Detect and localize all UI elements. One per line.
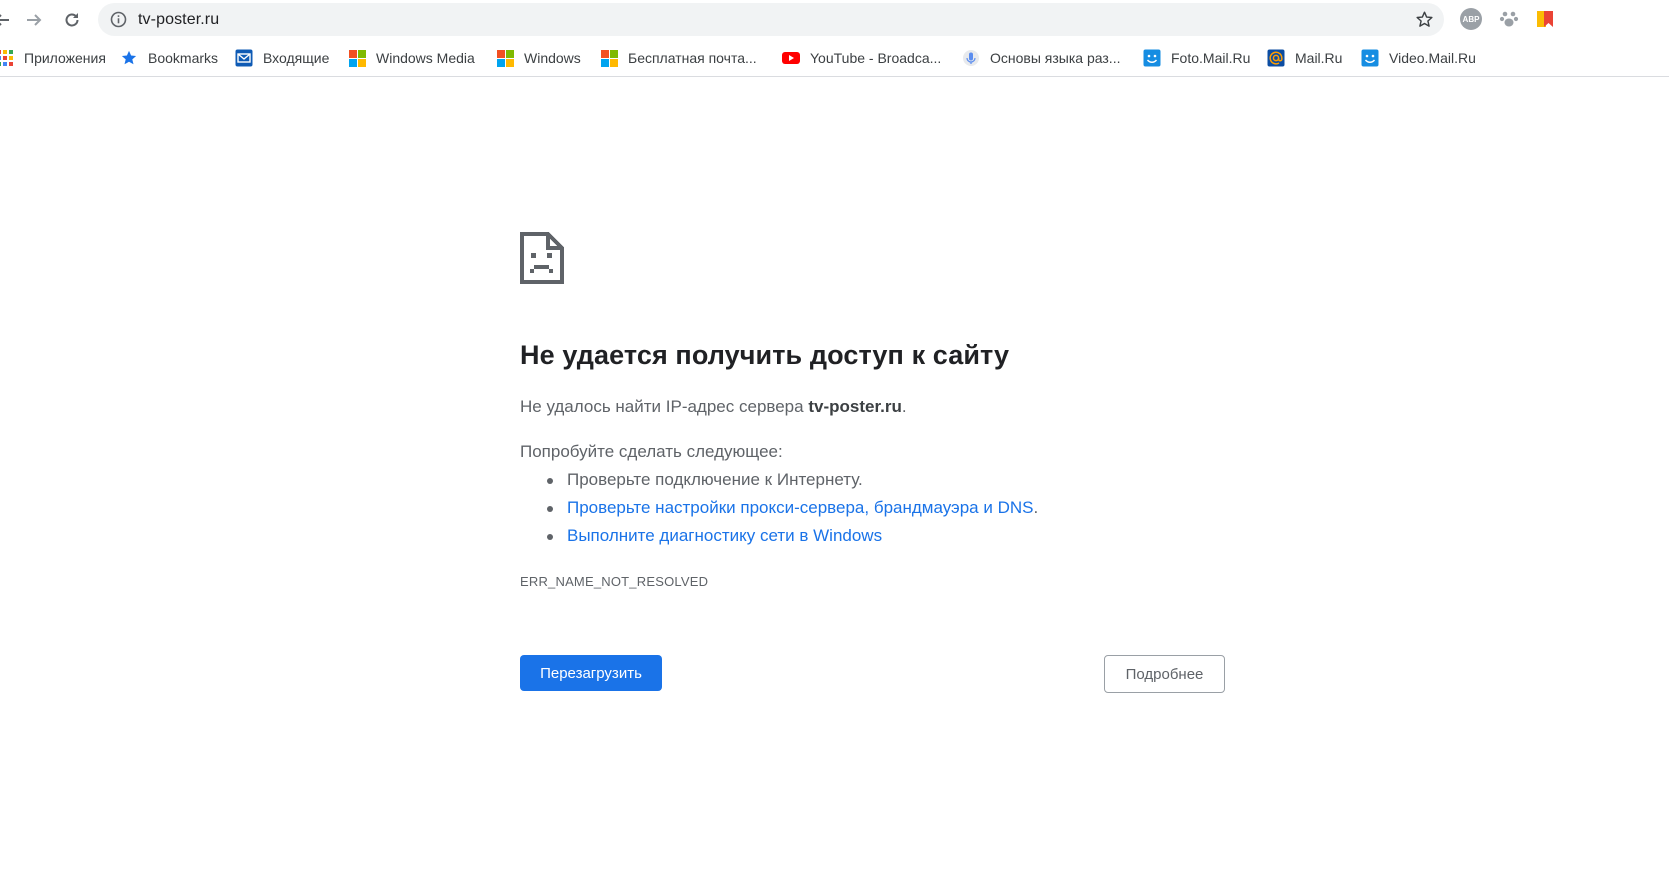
- bookmark-windows-media[interactable]: Windows Media: [348, 48, 475, 68]
- bookmark-label: Основы языка раз...: [990, 50, 1121, 66]
- error-description-suffix: .: [901, 397, 907, 416]
- suggestion-suffix: .: [1033, 498, 1039, 517]
- apps-grid-icon: [0, 49, 14, 67]
- url-text[interactable]: tv-poster.ru: [138, 11, 219, 29]
- details-button[interactable]: Подробнее: [1104, 655, 1225, 693]
- bookmarks-bar: Приложения Bookmarks Входящие Windows Me…: [0, 40, 1669, 77]
- bookmark-label: Бесплатная почта...: [628, 50, 757, 66]
- bookmark-label: Foto.Mail.Ru: [1171, 50, 1251, 66]
- reload-button[interactable]: Перезагрузить: [520, 655, 662, 691]
- error-description-text: Не удалось найти IP-адрес сервера: [520, 397, 809, 416]
- bookmark-windows[interactable]: Windows: [496, 48, 581, 68]
- bookmark-foto-mail[interactable]: Foto.Mail.Ru: [1143, 48, 1250, 68]
- browser-toolbar: tv-poster.ru ABP: [0, 0, 1669, 40]
- smiley-icon: [1361, 49, 1379, 67]
- try-heading: Попробуйте сделать следующее:: [520, 442, 783, 461]
- proxy-settings-link[interactable]: Проверьте настройки прокси-сервера, бран…: [567, 498, 1033, 517]
- bookmark-label: Windows: [524, 50, 581, 66]
- error-code: ERR_NAME_NOT_RESOLVED: [520, 574, 709, 589]
- bookmark-label: Windows Media: [376, 50, 475, 66]
- bookmark-label: Входящие: [263, 50, 330, 66]
- star-icon: [120, 49, 138, 67]
- bookmark-label: YouTube - Broadca...: [810, 50, 942, 66]
- smiley-icon: [1143, 49, 1161, 67]
- mail-icon: [235, 49, 253, 67]
- error-description: Не удалось найти IP-адрес сервера tv-pos…: [520, 397, 907, 417]
- address-bar[interactable]: tv-poster.ru: [98, 3, 1444, 36]
- windows-logo-icon: [600, 49, 618, 67]
- bookmark-label: Bookmarks: [148, 50, 219, 66]
- windows-logo-icon: [496, 49, 514, 67]
- network-diagnostics-link[interactable]: Выполните диагностику сети в Windows: [567, 526, 882, 545]
- bookmark-label: Приложения: [24, 50, 106, 66]
- forward-arrow-icon[interactable]: [20, 6, 48, 34]
- mic-icon: [962, 49, 980, 67]
- adblock-plus-icon[interactable]: ABP: [1460, 8, 1482, 30]
- suggestion-list: Проверьте подключение к Интернету. Прове…: [546, 470, 1039, 554]
- bookmark-mail-ru[interactable]: Mail.Ru: [1267, 48, 1342, 68]
- bookmark-bookmarks[interactable]: Bookmarks: [120, 48, 218, 68]
- youtube-icon: [782, 49, 800, 67]
- star-icon[interactable]: [1415, 10, 1434, 34]
- bookmark-inbox[interactable]: Входящие: [235, 48, 329, 68]
- bookmark-free-mail[interactable]: Бесплатная почта...: [600, 48, 757, 68]
- bookmark-language-basics[interactable]: Основы языка раз...: [962, 48, 1120, 68]
- at-sign-icon: [1267, 49, 1285, 67]
- suggestion-check-connection: Проверьте подключение к Интернету.: [546, 470, 1038, 498]
- sad-page-icon: [520, 232, 564, 289]
- suggestion-diagnostics: Выполните диагностику сети в Windows: [546, 526, 1038, 554]
- back-arrow-icon[interactable]: [0, 6, 16, 34]
- bookmark-video-mail[interactable]: Video.Mail.Ru: [1361, 48, 1476, 68]
- bookmark-apps[interactable]: Приложения: [0, 48, 106, 68]
- suggestion-check-proxy: Проверьте настройки прокси-сервера, бран…: [546, 498, 1039, 526]
- bookmark-label: Mail.Ru: [1295, 50, 1343, 66]
- error-heading: Не удается получить доступ к сайту: [520, 340, 1010, 370]
- info-icon[interactable]: [110, 11, 127, 33]
- paw-extension-icon[interactable]: [1498, 8, 1520, 30]
- bookmark-flag-extension-icon[interactable]: [1534, 8, 1556, 30]
- reload-icon[interactable]: [58, 6, 86, 34]
- error-host: tv-poster.ru: [808, 397, 902, 416]
- bookmark-label: Video.Mail.Ru: [1389, 50, 1476, 66]
- bookmark-youtube[interactable]: YouTube - Broadca...: [782, 48, 941, 68]
- windows-logo-icon: [348, 49, 366, 67]
